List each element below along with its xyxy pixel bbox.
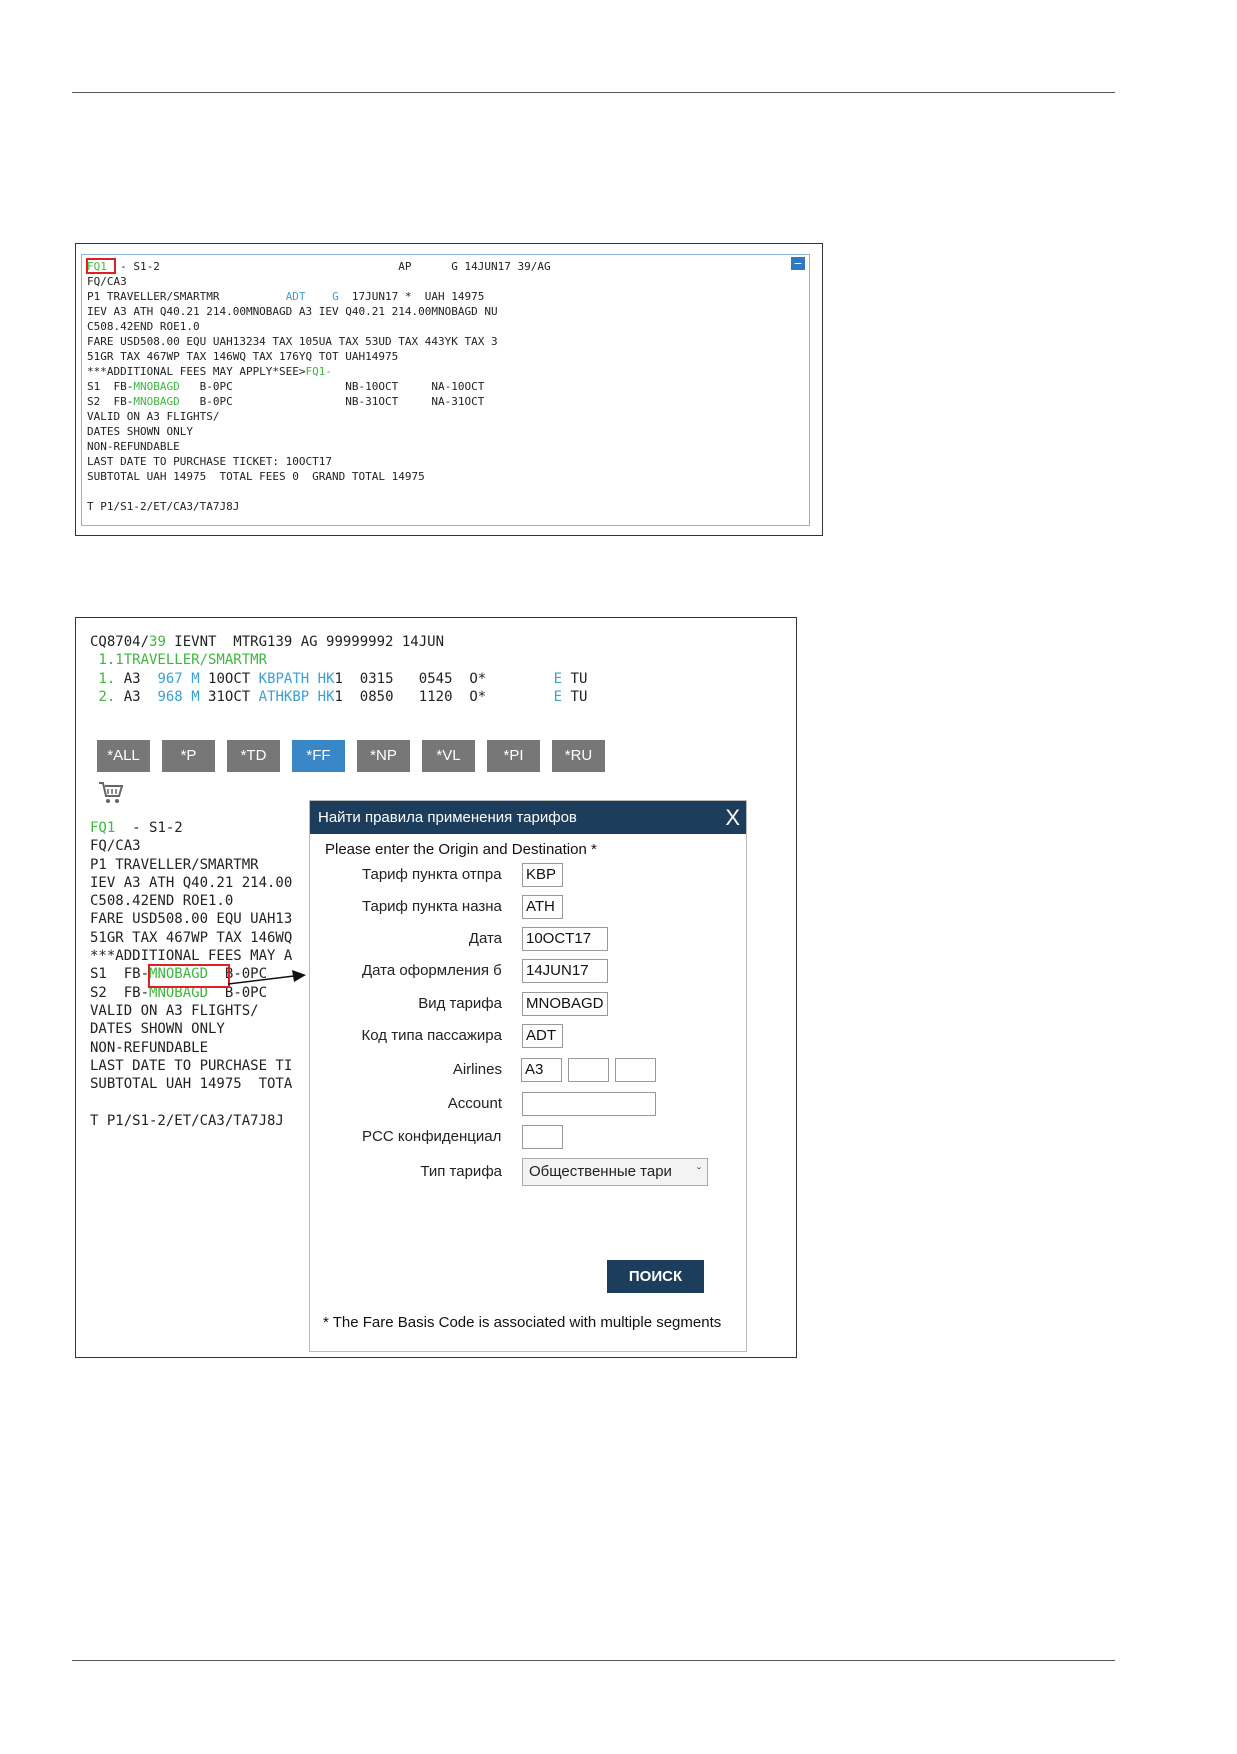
terminal-panel: − FQ1 - S1-2 AP G 14JUN17 39/AG FQ/CA3 P…	[81, 254, 810, 526]
fare-basis-link[interactable]: MNOBAGD	[133, 380, 179, 393]
pointer-arrow	[227, 970, 306, 985]
tab-ff[interactable]: *FF	[292, 740, 345, 772]
account-field[interactable]	[522, 1092, 656, 1116]
tab-p[interactable]: *P	[162, 740, 215, 772]
ptc-field[interactable]: ADT	[522, 1024, 563, 1048]
airline-field-3[interactable]	[615, 1058, 656, 1082]
airlines-row: Airlines A3	[310, 1058, 748, 1082]
terminal-text: FQ1 - S1-2 AP G 14JUN17 39/AG FQ/CA3 P1 …	[87, 260, 551, 513]
fare-type-value: Общественные тари	[529, 1163, 672, 1180]
issue-date-field[interactable]: 14JUN17	[522, 959, 608, 983]
fare-quote-screenshot: − FQ1 - S1-2 AP G 14JUN17 39/AG FQ/CA3 P…	[75, 243, 823, 536]
tab-all[interactable]: *ALL	[97, 740, 150, 772]
pcc-label: PCC конфиденциальн	[362, 1128, 502, 1145]
destination-label: Тариф пункта назначе	[362, 898, 502, 915]
pnr-header-text: CQ8704/39 IEVNT MTRG139 AG 99999992 14JU…	[90, 634, 588, 705]
highlight-box	[148, 964, 230, 988]
dialog-title: Найти правила применения тарифов	[318, 809, 577, 826]
origin-field[interactable]: KBP	[522, 863, 563, 887]
issue-date-label: Дата оформления би/	[362, 962, 502, 979]
origin-label: Тариф пункта отправ	[362, 866, 502, 883]
close-icon[interactable]: X	[725, 801, 740, 834]
destination-field[interactable]: ATH	[522, 895, 563, 919]
fare-rules-dialog: Найти правила применения тарифов X Pleas…	[309, 800, 747, 1352]
ptc-label: Код типа пассажира	[361, 1027, 502, 1044]
search-button[interactable]: ПОИСК	[607, 1260, 704, 1293]
tab-td[interactable]: *TD	[227, 740, 280, 772]
pcc-row: PCC конфиденциальн	[310, 1125, 748, 1149]
fare-basis-row: Вид тарифа MNOBAGD	[310, 992, 748, 1016]
pnr-screenshot: CQ8704/39 IEVNT MTRG139 AG 99999992 14JU…	[75, 617, 797, 1358]
dialog-intro: Please enter the Origin and Destination …	[325, 841, 597, 858]
dialog-note: * The Fare Basis Code is associated with…	[323, 1314, 722, 1331]
chevron-down-icon: ˇ	[694, 1159, 701, 1185]
account-label: Account	[447, 1095, 502, 1112]
tab-np[interactable]: *NP	[357, 740, 410, 772]
tab-vl[interactable]: *VL	[422, 740, 475, 772]
dialog-title-bar: Найти правила применения тарифов X	[310, 801, 746, 834]
top-rule	[72, 92, 1115, 93]
shopping-cart-icon[interactable]	[98, 780, 124, 806]
date-label: Дата	[468, 930, 502, 947]
tab-ru[interactable]: *RU	[552, 740, 605, 772]
issue-date-row: Дата оформления би/ 14JUN17	[310, 959, 748, 983]
ptc-row: Код типа пассажира ADT	[310, 1024, 748, 1048]
collapse-icon[interactable]: −	[791, 257, 805, 270]
pcc-field[interactable]	[522, 1125, 563, 1149]
fare-basis-link[interactable]: MNOBAGD	[133, 395, 179, 408]
tab-bar: *ALL *P *TD *FF *NP *VL *PI *RU	[97, 740, 605, 772]
date-field[interactable]: 10OCT17	[522, 927, 608, 951]
fare-basis-label: Вид тарифа	[418, 995, 502, 1012]
tab-pi[interactable]: *PI	[487, 740, 540, 772]
account-row: Account	[310, 1092, 748, 1116]
fare-type-label: Тип тарифа	[420, 1163, 502, 1180]
airline-field-2[interactable]	[568, 1058, 609, 1082]
fare-type-row: Тип тарифа Общественные тари ˇ	[310, 1158, 748, 1186]
origin-row: Тариф пункта отправ KBP	[310, 863, 748, 887]
airlines-label: Airlines	[452, 1061, 502, 1078]
destination-row: Тариф пункта назначе ATH	[310, 895, 748, 919]
date-row: Дата 10OCT17	[310, 927, 748, 951]
fq-link[interactable]: FQ1	[87, 260, 107, 273]
fees-link[interactable]: FQ1-	[306, 365, 333, 378]
fare-basis-field[interactable]: MNOBAGD	[522, 992, 608, 1016]
fare-type-select[interactable]: Общественные тари ˇ	[522, 1158, 708, 1186]
airline-field-1[interactable]: A3	[521, 1058, 562, 1082]
bottom-rule	[72, 1660, 1115, 1661]
